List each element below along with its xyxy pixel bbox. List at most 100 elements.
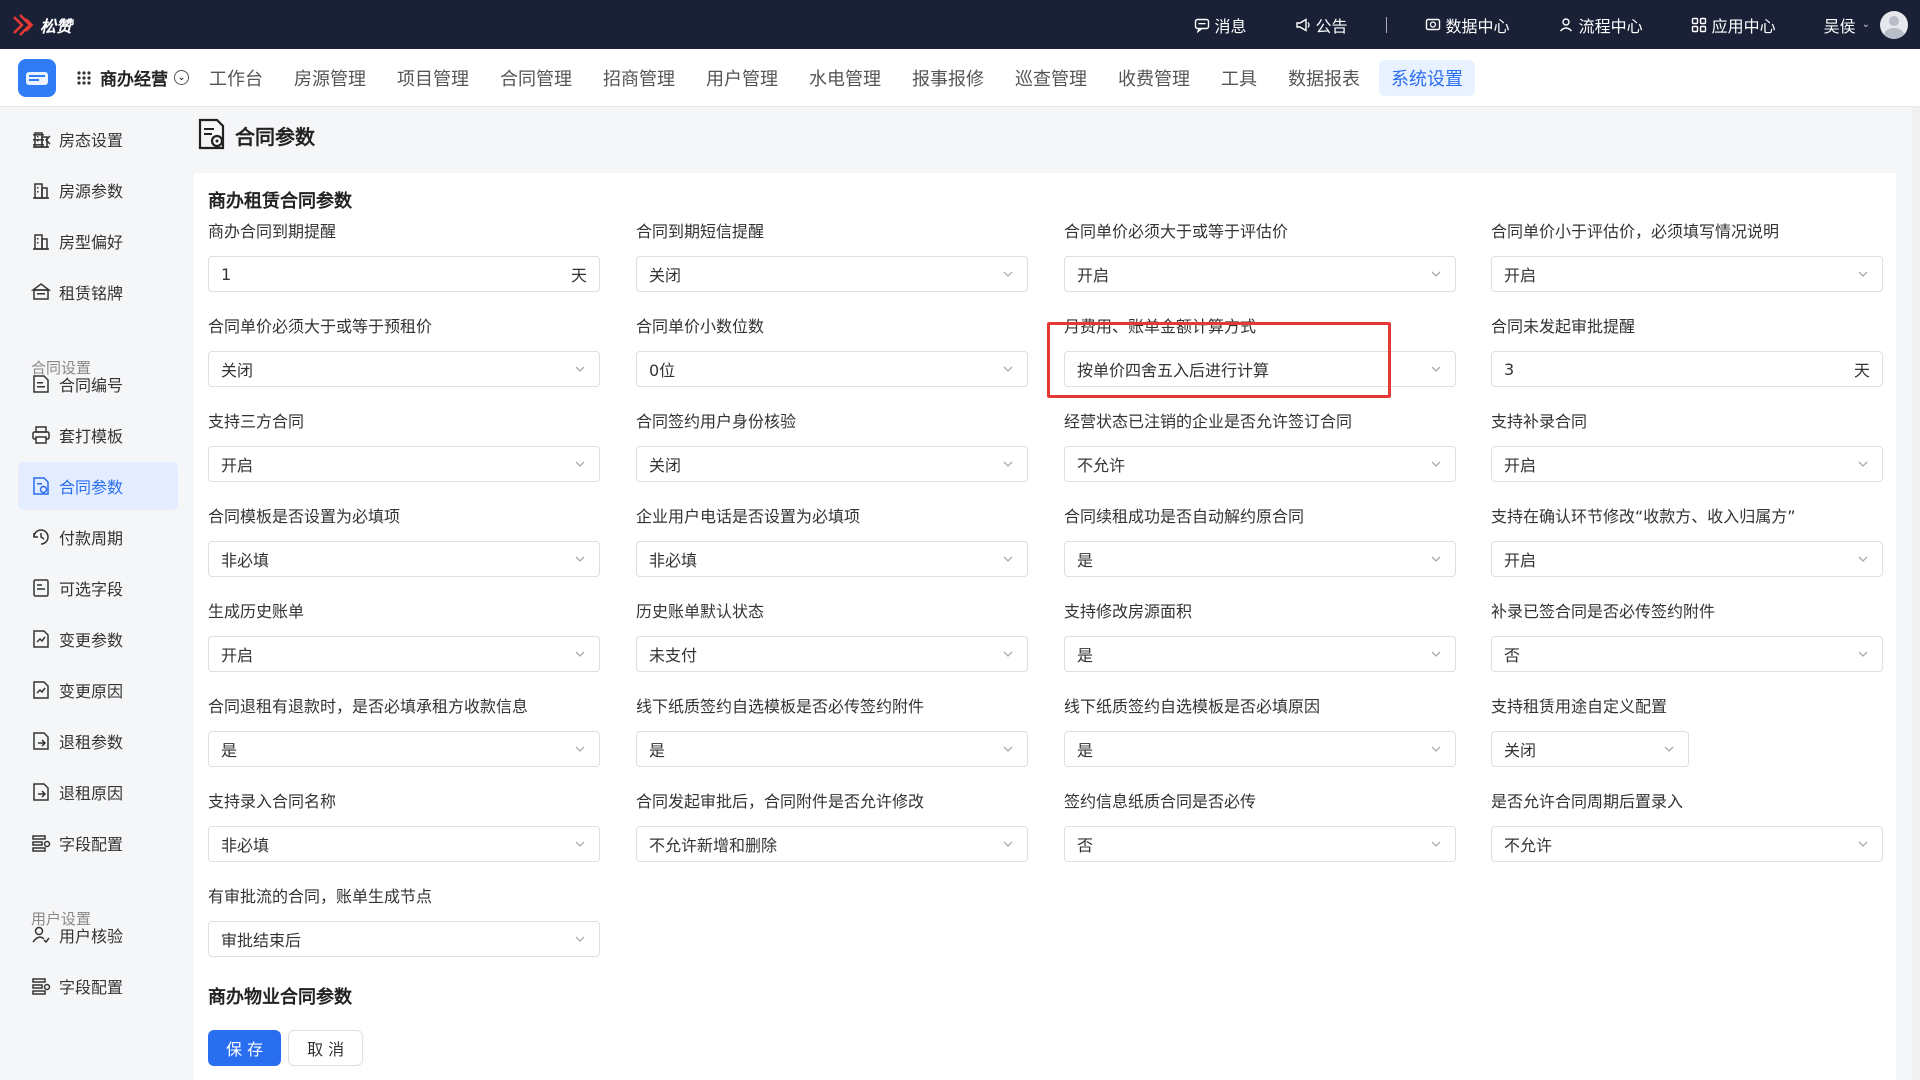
app-badge-icon[interactable] [18,58,56,97]
sidebar-item[interactable]: 用户核验 [18,911,178,959]
select-dropdown[interactable]: 非必填 [208,826,600,862]
chevron-down-icon [1429,267,1443,281]
field-label: 支持租赁用途自定义配置 [1491,697,1668,716]
select-dropdown[interactable]: 不允许 [1064,446,1456,482]
select-dropdown[interactable]: 审批结束后 [208,921,600,957]
select-dropdown[interactable]: 开启 [208,636,600,672]
number-input[interactable]: 1天 [208,256,600,292]
nav-tab[interactable]: 用户管理 [694,60,790,96]
select-dropdown[interactable]: 是 [636,731,1028,767]
select-dropdown[interactable]: 开启 [1491,446,1883,482]
app-switcher[interactable]: 商办经营 ⌄ [76,65,189,90]
field-value: 开启 [1504,551,1537,570]
sidebar-item[interactable]: 字段配置 [18,962,178,1010]
chevron-down-icon: ⌄ [174,70,189,85]
chevron-down-icon [1429,647,1443,661]
field-value: 不允许新增和删除 [649,836,778,855]
sidebar-item-label: 可选字段 [59,580,124,599]
select-dropdown[interactable]: 开启 [208,446,600,482]
topbar-item-apps[interactable]: 应用中心 [1667,13,1800,37]
select-dropdown[interactable]: 是 [208,731,600,767]
select-dropdown[interactable]: 否 [1064,826,1456,862]
select-dropdown[interactable]: 关闭 [636,446,1028,482]
user-menu[interactable]: 吴侯 ⌄ [1800,13,1880,37]
select-dropdown[interactable]: 关闭 [636,256,1028,292]
form-field: 线下纸质签约自选模板是否必填原因是 [1064,696,1456,767]
form-field: 支持修改房源面积是 [1064,601,1456,672]
sidebar-item[interactable]: 退租参数 [18,717,178,765]
sidebar-item[interactable]: 变更原因 [18,666,178,714]
topbar-item-message[interactable]: 消息 [1170,13,1271,37]
select-dropdown[interactable]: 关闭 [208,351,600,387]
select-dropdown[interactable]: 非必填 [636,541,1028,577]
avatar[interactable] [1880,10,1908,39]
field-value: 不允许 [1504,836,1553,855]
select-dropdown[interactable]: 否 [1491,636,1883,672]
select-dropdown[interactable]: 未支付 [636,636,1028,672]
sidebar-item[interactable]: 字段配置 [18,819,178,867]
select-dropdown[interactable]: 不允许 [1491,826,1883,862]
topbar-item-flow[interactable]: 流程中心 [1534,13,1667,37]
select-dropdown[interactable]: 开启 [1064,256,1456,292]
select-dropdown[interactable]: 不允许新增和删除 [636,826,1028,862]
select-dropdown[interactable]: 是 [1064,541,1456,577]
save-button[interactable]: 保 存 [208,1030,282,1066]
field-value: 是 [649,741,666,760]
topbar-item-megaphone[interactable]: 公告 [1271,13,1372,37]
field-value: 开启 [221,456,254,475]
nav-tab[interactable]: 工作台 [197,60,275,96]
chevron-down-icon [1429,362,1443,376]
field-label: 商办合同到期提醒 [208,222,337,241]
form-field: 合同单价必须大于或等于评估价 开启 [1064,221,1456,292]
sidebar-item[interactable]: 套打模板 [18,411,178,459]
page-scrollbar[interactable] [1912,107,1920,1080]
select-dropdown[interactable]: 开启 [1491,256,1883,292]
cancel-button[interactable]: 取 消 [288,1030,364,1066]
nav-tab[interactable]: 巡查管理 [1003,60,1099,96]
sidebar-item[interactable]: 合同参数 [18,462,178,510]
select-dropdown[interactable]: 关闭 [1491,731,1689,767]
printer-icon [31,425,51,445]
page-title: 合同参数 [235,124,315,149]
sidebar-item[interactable]: 房源参数 [18,166,178,214]
form-field: 合同单价小数位数 0位 [636,316,1028,387]
chevron-down-icon [573,932,587,946]
nav-tab[interactable]: 合同管理 [488,60,584,96]
sidebar-item[interactable]: 房态设置 [18,115,178,163]
nav-tab[interactable]: 数据报表 [1276,60,1372,96]
sidebar-item[interactable]: 租赁铭牌 [18,268,178,316]
select-dropdown[interactable]: 是 [1064,636,1456,672]
nav-tab[interactable]: 工具 [1209,60,1269,96]
nav-tab[interactable]: 房源管理 [282,60,378,96]
form-field: 合同未发起审批提醒 3 天 [1491,316,1883,387]
sidebar-item[interactable]: 变更参数 [18,615,178,663]
select-dropdown[interactable]: 开启 [1491,541,1883,577]
nav-tab[interactable]: 报事报修 [900,60,996,96]
sidebar-item[interactable]: 合同编号 [18,360,178,408]
form-field: 合同到期短信提醒 关闭 [636,221,1028,292]
nav-tab[interactable]: 项目管理 [385,60,481,96]
nav-tab[interactable]: 收费管理 [1106,60,1202,96]
field-value: 0位 [649,361,676,380]
chevron-down-icon [1001,457,1015,471]
sidebar-item-label: 租赁铭牌 [59,284,124,303]
field-label: 历史账单默认状态 [636,602,765,621]
sidebar-item[interactable]: 退租原因 [18,768,178,816]
select-dropdown[interactable]: 0位 [636,351,1028,387]
brand-logo[interactable]: 松赞 [12,13,72,37]
nav-tab[interactable]: 招商管理 [591,60,687,96]
number-input[interactable]: 3天 [1491,351,1883,387]
sidebar-item[interactable]: 付款周期 [18,513,178,561]
nav-tab[interactable]: 系统设置 [1379,59,1475,96]
building-icon [31,129,51,149]
select-dropdown[interactable]: 是 [1064,731,1456,767]
chevron-down-icon [1856,267,1870,281]
chevron-down-icon [1429,552,1443,566]
sidebar-item[interactable]: 可选字段 [18,564,178,612]
topbar-item-database[interactable]: 数据中心 [1401,13,1534,37]
page-header: 合同参数 [197,118,315,152]
select-dropdown[interactable]: 非必填 [208,541,600,577]
nav-tab[interactable]: 水电管理 [797,60,893,96]
nav-tabs: 工作台 房源管理 项目管理 合同管理 招商管理 用户管理 水电管理 报事报修 巡查管理 收费管理工… [197,59,1482,96]
sidebar-item[interactable]: 房型偏好 [18,217,178,265]
